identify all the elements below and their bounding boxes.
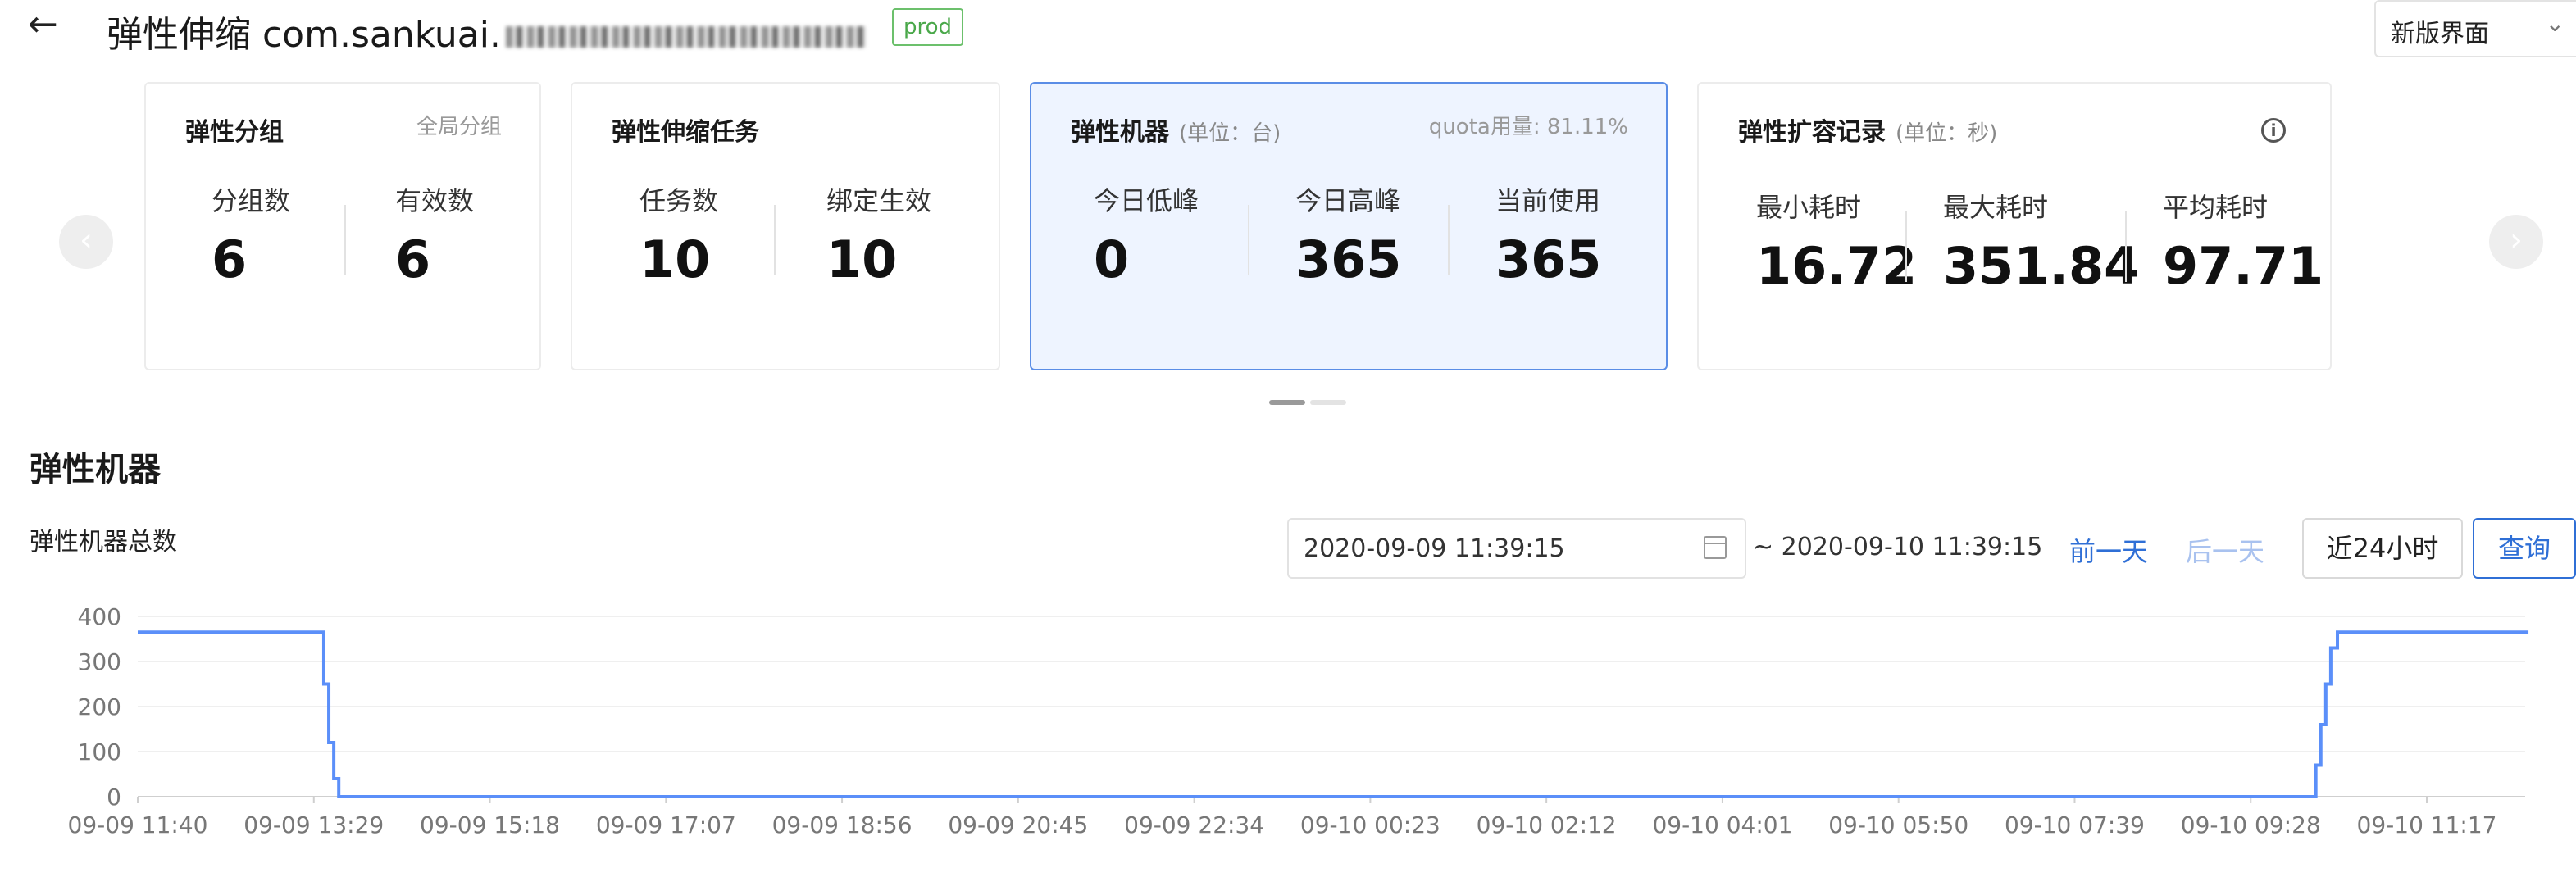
chevron-down-icon: ⌄	[2545, 10, 2565, 37]
x-tick-label: 09-10 09:28	[2181, 811, 2321, 838]
metric-label: 平均耗时	[2163, 192, 2269, 223]
metric-label: 有效数	[395, 185, 475, 216]
carousel-prev-button[interactable]: ‹	[59, 215, 113, 269]
carousel-next-button[interactable]: ›	[2489, 215, 2543, 269]
chevron-right-icon: ›	[2510, 221, 2523, 259]
metric-value: 6	[212, 229, 248, 289]
info-circle-icon[interactable]: i	[2261, 118, 2286, 143]
line-chart: 0 100 200 300 400 09-09 11:40 09-09 13:29 09-09…	[68, 603, 2529, 838]
carousel-dot[interactable]	[1310, 400, 1346, 405]
x-tick-label: 09-10 07:39	[2005, 811, 2145, 838]
last-24h-button[interactable]: 近24小时	[2302, 518, 2463, 579]
global-groups-link[interactable]: 全局分组	[416, 110, 502, 140]
metric-label: 绑定生效	[826, 185, 932, 216]
next-day-link[interactable]: 后一天	[2186, 531, 2264, 569]
metric-bound-effective: 绑定生效 10	[826, 180, 931, 289]
card-elastic-machines[interactable]: 弹性机器 (单位：台) quota用量: 81.11% 今日低峰 0 今日高峰 3…	[1030, 82, 1668, 370]
divider	[1248, 205, 1249, 275]
divider	[1448, 205, 1450, 275]
x-tick-label: 09-09 11:40	[68, 811, 208, 838]
end-date-text: ~ 2020-09-10 11:39:15	[1753, 533, 2043, 561]
metric-label: 今日低峰	[1094, 185, 1199, 216]
card-unit: (单位：秒)	[1896, 121, 1998, 146]
y-tick-label: 400	[78, 603, 121, 630]
chevron-left-icon: ‹	[80, 221, 93, 259]
metric-value: 365	[1295, 229, 1402, 289]
card-scale-out-records[interactable]: 弹性扩容记录 (单位：秒) i 最小耗时 16.72 最大耗时 351.84 平均…	[1697, 82, 2332, 370]
x-tick-label: 09-09 22:34	[1124, 811, 1264, 838]
card-title: 弹性扩容记录 (单位：秒)	[1738, 111, 1997, 148]
metric-valid-count: 有效数 6	[395, 180, 474, 289]
x-tick-label: 09-10 02:12	[1477, 811, 1617, 838]
card-title-text: 弹性机器	[1071, 118, 1169, 147]
x-tick-label: 09-10 11:17	[2357, 811, 2497, 838]
y-tick-label: 200	[78, 693, 121, 720]
x-tick-label: 09-09 15:18	[420, 811, 560, 838]
x-tick-label: 09-09 17:07	[596, 811, 736, 838]
y-tick-label: 0	[107, 784, 121, 811]
metric-value: 6	[395, 229, 431, 289]
metric-min-duration: 最小耗时 16.72	[1756, 187, 1917, 296]
start-date-input[interactable]: 2020-09-09 11:39:15	[1287, 518, 1746, 579]
quota-usage: quota用量: 81.11%	[1428, 115, 1628, 139]
metric-task-count: 任务数 10	[639, 180, 718, 289]
card-title: 弹性分组	[185, 118, 284, 147]
metric-label: 最大耗时	[1943, 192, 2049, 223]
metric-max-duration: 最大耗时 351.84	[1943, 187, 2139, 296]
chart-title: 弹性机器总数	[30, 528, 177, 557]
arrow-left-icon: ←	[28, 3, 58, 45]
page-title: 弹性伸缩 com.sankuai.	[107, 5, 867, 57]
x-tick-label: 09-10 05:50	[1828, 811, 1968, 838]
card-scaling-tasks[interactable]: 弹性伸缩任务 任务数 10 绑定生效 10	[571, 82, 1000, 370]
x-tick-label: 09-10 04:01	[1652, 811, 1792, 838]
card-title: 弹性机器 (单位：台)	[1071, 111, 1281, 148]
section-title: 弹性机器	[30, 451, 161, 488]
metric-group-count: 分组数 6	[212, 180, 290, 289]
calendar-icon[interactable]	[1704, 536, 1727, 559]
y-tick-label: 100	[78, 738, 121, 766]
metric-value: 16.72	[1756, 236, 1918, 296]
version-select-label: 新版界面	[2391, 20, 2489, 48]
env-badge: prod	[892, 8, 964, 46]
prev-day-link[interactable]: 前一天	[2069, 531, 2148, 569]
metric-label: 当前使用	[1495, 185, 1601, 216]
x-tick-label: 09-10 00:23	[1300, 811, 1440, 838]
metric-value: 365	[1495, 229, 1602, 289]
metric-current-use: 当前使用 365	[1495, 180, 1601, 289]
metric-label: 最小耗时	[1756, 192, 1862, 223]
card-elastic-groups[interactable]: 弹性分组 全局分组 分组数 6 有效数 6	[144, 82, 541, 370]
x-tick-label: 09-09 18:56	[772, 811, 913, 838]
metric-today-peak: 今日高峰 365	[1295, 180, 1401, 289]
divider	[1905, 211, 1907, 282]
metric-value: 10	[826, 229, 898, 289]
back-button[interactable]: ←	[28, 3, 58, 45]
divider	[2125, 211, 2127, 282]
x-tick-label: 09-09 13:29	[243, 811, 384, 838]
version-select[interactable]: 新版界面 ⌄	[2374, 0, 2576, 57]
metric-value: 10	[639, 229, 711, 289]
series-line[interactable]	[138, 630, 2529, 798]
metric-value: 351.84	[1943, 236, 2140, 296]
metric-value: 0	[1094, 229, 1130, 289]
divider	[344, 205, 346, 275]
card-title: 弹性伸缩任务	[612, 118, 759, 147]
x-tick-label: 09-09 20:45	[948, 811, 1088, 838]
metric-label: 任务数	[639, 185, 719, 216]
start-date-value: 2020-09-09 11:39:15	[1304, 534, 1565, 563]
metric-label: 分组数	[212, 185, 291, 216]
metric-label: 今日高峰	[1295, 185, 1401, 216]
y-tick-label: 300	[78, 648, 121, 675]
card-unit: (单位：台)	[1179, 121, 1281, 146]
metric-avg-duration: 平均耗时 97.71	[2163, 187, 2323, 296]
query-button[interactable]: 查询	[2473, 518, 2576, 579]
metric-today-low: 今日低峰 0	[1094, 180, 1199, 289]
redacted-app-name	[505, 26, 867, 48]
card-title-text: 弹性扩容记录	[1738, 118, 1886, 147]
carousel-dot-active[interactable]	[1269, 400, 1305, 405]
divider	[774, 205, 776, 275]
metric-value: 97.71	[2163, 236, 2324, 296]
